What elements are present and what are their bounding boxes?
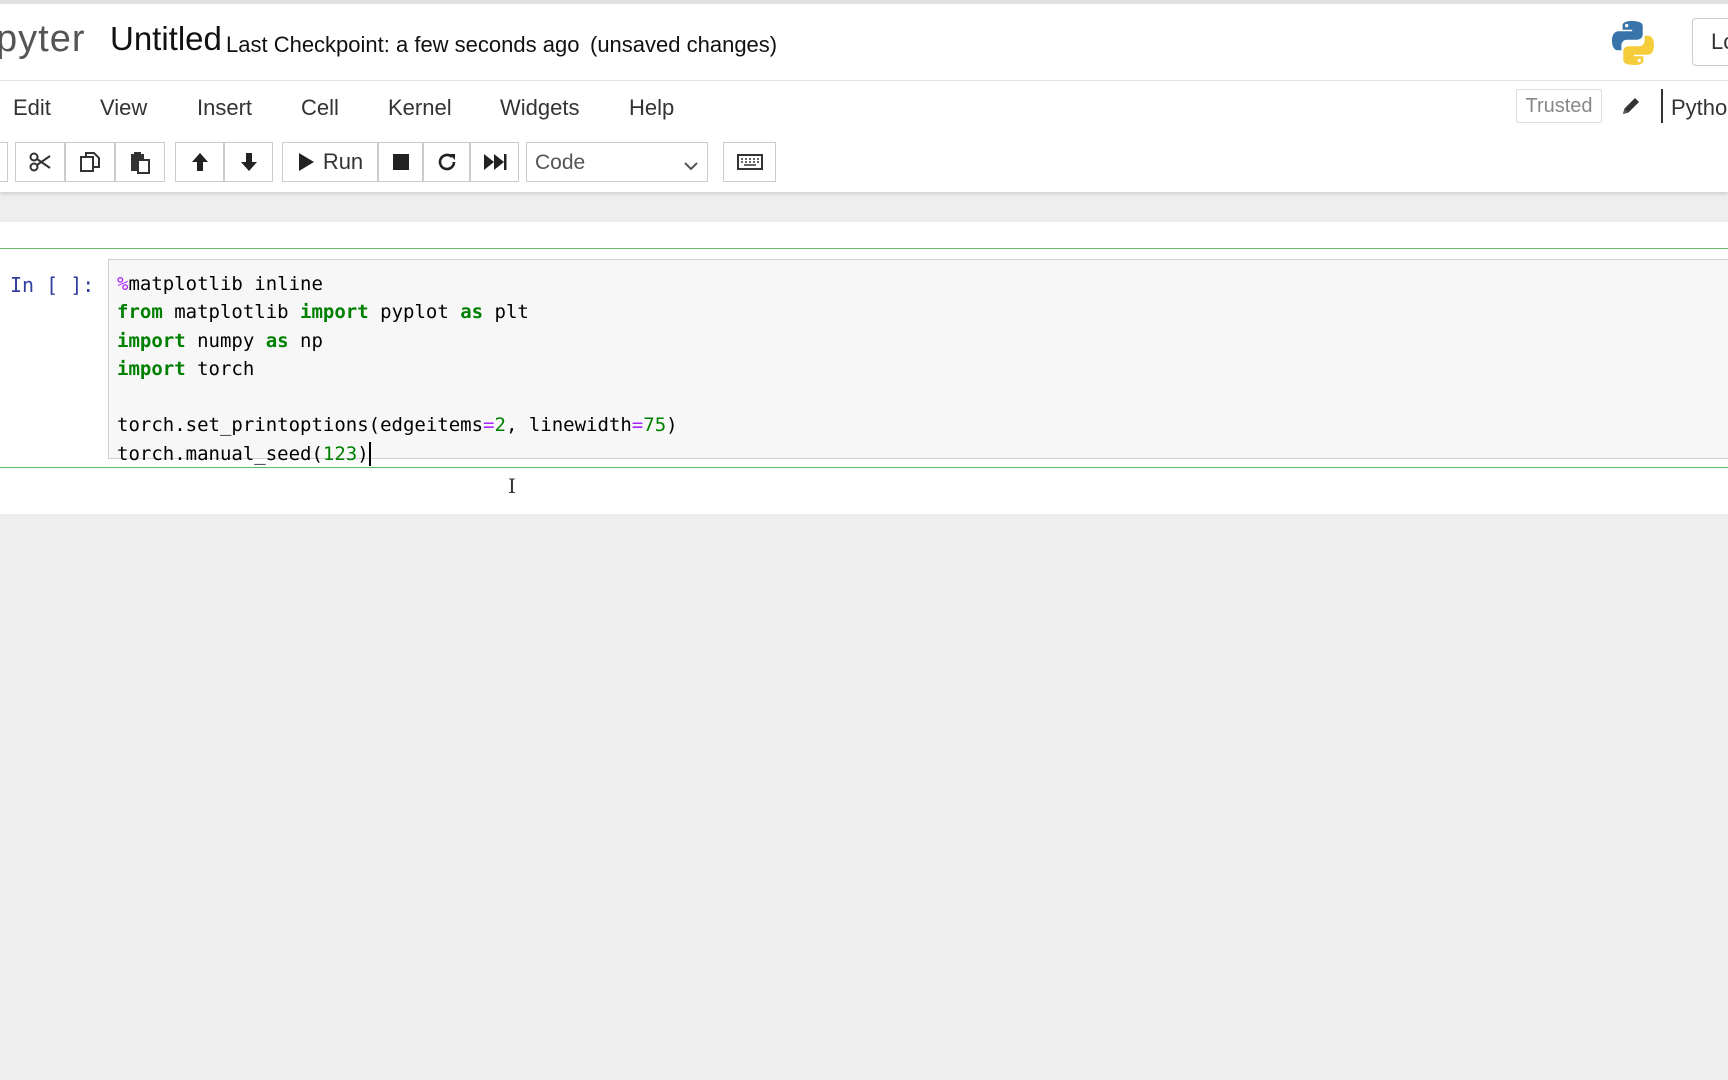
menu-edit[interactable]: Edit	[13, 95, 51, 121]
keyboard-icon	[736, 154, 763, 170]
code-line: from matplotlib import pyplot as plt	[117, 301, 529, 324]
code-line: %matplotlib inline	[117, 273, 323, 295]
restart-button[interactable]	[423, 142, 470, 182]
text-cursor	[368, 442, 371, 467]
checkpoint-status: Last Checkpoint: a few seconds ago	[226, 32, 580, 57]
code-line: torch.manual_seed(123)	[117, 442, 371, 467]
move-up-icon	[189, 151, 211, 173]
autosave-status: (unsaved changes)	[590, 32, 778, 57]
cut-button[interactable]	[15, 142, 65, 182]
menu-widgets[interactable]: Widgets	[500, 95, 579, 121]
restart-run-all-button[interactable]	[470, 142, 519, 182]
restart-icon	[436, 151, 458, 173]
python-logo-icon	[1608, 18, 1658, 73]
copy-button[interactable]	[65, 142, 115, 182]
move-down-icon	[238, 151, 260, 173]
menu-insert[interactable]: Insert	[197, 95, 252, 121]
kernel-name[interactable]: Pytho	[1671, 95, 1727, 121]
notebook-header: pyter Untitled Last Checkpoint: a few se…	[0, 0, 1728, 80]
paste-icon	[128, 150, 152, 174]
cut-icon	[28, 151, 52, 173]
save-button[interactable]	[0, 142, 8, 182]
notebook-page: In [ ]: %matplotlib inline from matplotl…	[0, 222, 1728, 514]
cell-type-value: Code	[535, 151, 586, 174]
code-editor[interactable]: %matplotlib inline from matplotlib impor…	[108, 259, 1728, 467]
logout-button[interactable]: Lo	[1692, 18, 1728, 66]
jupyter-logo[interactable]: pyter	[0, 18, 85, 61]
move-down-button[interactable]	[224, 142, 273, 182]
input-prompt: In [ ]:	[10, 273, 95, 297]
menu-help[interactable]: Help	[629, 95, 674, 121]
move-up-button[interactable]	[175, 142, 224, 182]
pencil-icon[interactable]	[1620, 95, 1642, 122]
notebook-toolbar: Run Code	[0, 132, 1728, 192]
kernel-separator	[1661, 89, 1663, 123]
code-line: import numpy as np	[117, 329, 323, 352]
trusted-indicator[interactable]: Trusted	[1516, 89, 1602, 123]
menu-view[interactable]: View	[100, 95, 147, 121]
run-label: Run	[322, 149, 364, 174]
code-content[interactable]: %matplotlib inline from matplotlib impor…	[117, 270, 678, 468]
code-line: torch.set_printoptions(edgeitems=2, line…	[117, 414, 678, 437]
paste-button[interactable]	[115, 142, 165, 182]
code-cell[interactable]: In [ ]: %matplotlib inline from matplotl…	[0, 248, 1728, 468]
menubar: Edit View Insert Cell Kernel Widgets Hel…	[0, 80, 1728, 132]
notebook-title[interactable]: Untitled	[110, 20, 222, 58]
copy-icon	[78, 150, 102, 174]
cell-type-select[interactable]: Code	[526, 142, 708, 182]
interrupt-button[interactable]	[378, 142, 423, 182]
mouse-ibeam-cursor: I	[508, 474, 516, 498]
command-palette-button[interactable]	[723, 142, 776, 182]
fast-forward-icon	[483, 152, 507, 172]
run-button[interactable]: Run	[282, 142, 378, 182]
chevron-down-icon	[683, 155, 699, 179]
menu-kernel[interactable]: Kernel	[388, 95, 452, 121]
run-icon	[297, 152, 315, 172]
code-line: import torch	[117, 357, 255, 380]
menu-cell[interactable]: Cell	[301, 95, 339, 121]
stop-icon	[392, 153, 410, 171]
